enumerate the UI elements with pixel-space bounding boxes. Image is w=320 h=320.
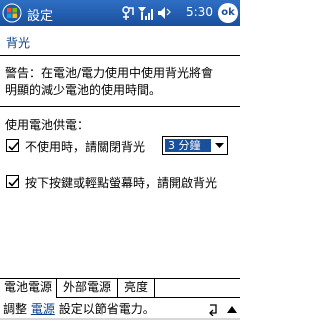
warning-line: 明顯的減少電池的使用時間。 — [5, 83, 162, 97]
page-title: 背光 — [6, 36, 31, 50]
turn-off-backlight-label[interactable]: 不使用時，請關閉背光 — [25, 138, 145, 155]
clock[interactable]: 5:30 — [186, 5, 213, 19]
power-settings-link[interactable]: 電源 — [31, 302, 55, 316]
divider — [0, 55, 240, 56]
divider — [0, 106, 240, 107]
windows-flag-icon[interactable] — [2, 3, 22, 23]
turn-off-backlight-checkbox[interactable] — [6, 139, 19, 152]
connectivity-icon[interactable] — [122, 6, 134, 20]
title-bar: 設定 5:30 ok — [0, 0, 240, 26]
checkmark-icon — [8, 177, 19, 187]
window-title: 設定 — [27, 9, 54, 24]
footer-prefix: 調整 — [3, 302, 28, 316]
tab-battery-power[interactable]: 電池電源 — [0, 279, 57, 298]
battery-section-label: 使用電池供電： — [5, 118, 90, 132]
turn-on-backlight-checkbox[interactable] — [6, 175, 19, 188]
footer-note: 調整 電源 設定以節省電力。 — [3, 300, 155, 317]
ok-button[interactable]: ok — [218, 3, 238, 23]
warning-line: 警告：在電池/電力使用中使用背光將會 — [5, 66, 214, 80]
checkmark-icon — [8, 141, 19, 151]
keyboard-icon[interactable] — [208, 302, 220, 316]
footer-suffix: 設定以節省電力。 — [58, 302, 155, 316]
tab-strip-filler — [155, 279, 240, 298]
dropdown-arrow-icon[interactable] — [215, 143, 224, 149]
tab-strip: 電池電源 外部電源 亮度 — [0, 278, 240, 298]
tab-brightness[interactable]: 亮度 — [118, 279, 155, 298]
warning-text: 警告：在電池/電力使用中使用背光將會 明顯的減少電池的使用時間。 — [5, 65, 237, 99]
signal-icon[interactable] — [138, 7, 153, 20]
timeout-selected-value: 3 分鐘 — [165, 139, 211, 152]
turn-on-backlight-label[interactable]: 按下按鍵或輕點螢幕時，請開啟背光 — [25, 174, 217, 191]
tab-external-power[interactable]: 外部電源 — [57, 279, 118, 298]
status-icons — [122, 6, 171, 20]
timeout-select[interactable]: 3 分鐘 — [162, 136, 228, 155]
scroll-up-icon[interactable] — [226, 302, 238, 316]
volume-icon[interactable] — [158, 7, 171, 19]
